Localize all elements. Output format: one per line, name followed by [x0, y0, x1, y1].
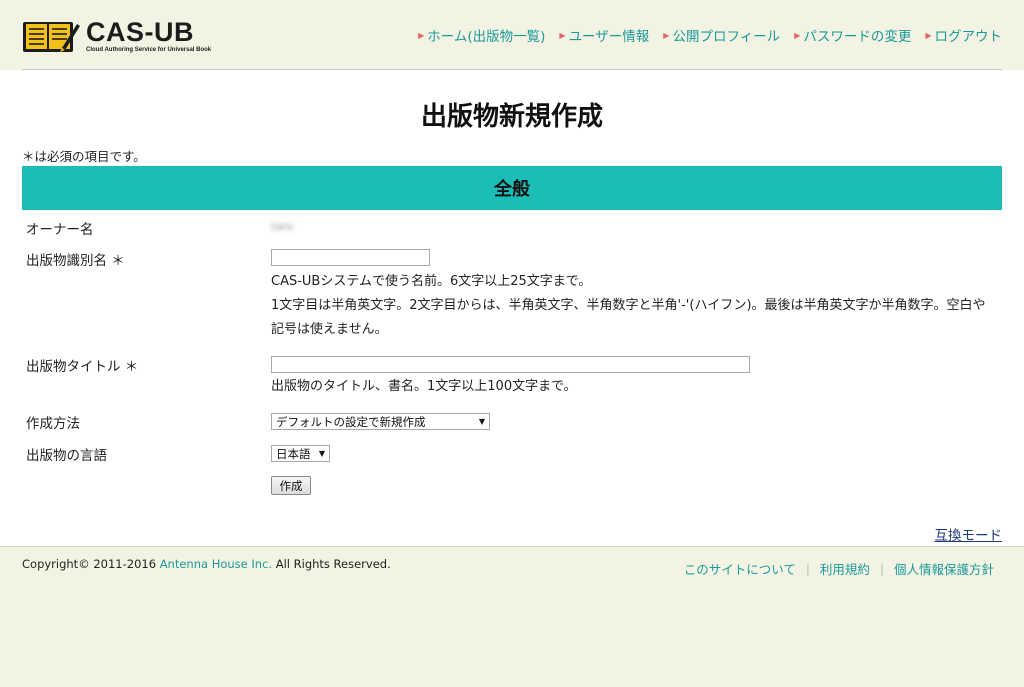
caret-down-icon: ▼	[318, 449, 325, 458]
triangle-right-icon: ▶	[418, 30, 425, 40]
owner-label: オーナー名	[26, 222, 94, 238]
footer-links: このサイトについて | 利用規約 | 個人情報保護方針	[684, 559, 994, 578]
nav-change-password[interactable]: ▶ パスワードの変更	[794, 25, 911, 45]
identifier-label: 出版物識別名 ＊	[26, 253, 125, 269]
language-select[interactable]: 日本語 ▼	[271, 445, 330, 462]
method-selected: デフォルトの設定で新規作成	[276, 414, 426, 429]
triangle-right-icon: ▶	[794, 30, 801, 40]
title-input[interactable]	[271, 356, 750, 373]
nav-label: パスワードの変更	[803, 29, 912, 45]
triangle-right-icon: ▶	[663, 30, 670, 40]
required-note: ＊は必須の項目です。	[22, 149, 146, 164]
footer-link-about[interactable]: このサイトについて	[684, 559, 796, 578]
copyright-prefix: Copyright© 2011-2016	[22, 557, 160, 571]
top-nav: ▶ ホーム(出版物一覧) ▶ ユーザー情報 ▶ 公開プロフィール ▶ パスワード…	[404, 25, 1002, 45]
logo-title: CAS-UB	[86, 17, 194, 47]
nav-label: ログアウト	[934, 29, 1003, 45]
caret-down-icon: ▼	[478, 417, 485, 426]
copyright: Copyright© 2011-2016 Antenna House Inc. …	[22, 557, 391, 571]
company-link[interactable]: Antenna House Inc.	[160, 557, 272, 571]
book-pen-icon	[23, 22, 80, 52]
owner-value: taro	[271, 220, 294, 233]
compat-mode-link[interactable]: 互換モード	[935, 524, 1003, 544]
footer-link-privacy[interactable]: 個人情報保護方針	[894, 559, 994, 578]
page-title: 出版物新規作成	[420, 102, 603, 132]
nav-home[interactable]: ▶ ホーム(出版物一覧)	[418, 25, 545, 45]
language-label: 出版物の言語	[26, 448, 107, 464]
nav-label: ユーザー情報	[568, 29, 650, 45]
footer-divider	[0, 546, 1024, 547]
identifier-help-2: 1文字目は半角英文字。2文字目からは、半角英文字、半角数字と半角'-'(ハイフン…	[271, 298, 986, 337]
title-help: 出版物のタイトル、書名。1文字以上100文字まで。	[271, 379, 577, 394]
footer-separator: |	[805, 561, 810, 576]
create-button[interactable]: 作成	[271, 476, 311, 495]
logo[interactable]: CAS-UB Cloud Authoring Service for Unive…	[22, 18, 211, 54]
copyright-suffix: All Rights Reserved.	[272, 557, 391, 571]
nav-user-info[interactable]: ▶ ユーザー情報	[559, 25, 649, 45]
nav-label: ホーム(出版物一覧)	[427, 29, 546, 45]
section-header-general: 全般	[22, 166, 1002, 210]
header: CAS-UB Cloud Authoring Service for Unive…	[0, 0, 1024, 68]
triangle-right-icon: ▶	[925, 30, 932, 40]
nav-logout[interactable]: ▶ ログアウト	[925, 25, 1002, 45]
nav-public-profile[interactable]: ▶ 公開プロフィール	[663, 25, 780, 45]
footer-separator: |	[879, 561, 884, 576]
nav-label: 公開プロフィール	[672, 29, 781, 45]
language-selected: 日本語	[276, 446, 311, 461]
method-label: 作成方法	[26, 416, 80, 432]
method-select[interactable]: デフォルトの設定で新規作成 ▼	[271, 413, 490, 430]
logo-subtitle: Cloud Authoring Service for Universal Bo…	[86, 47, 212, 53]
title-label: 出版物タイトル ＊	[26, 359, 139, 375]
main-content: 出版物新規作成 ＊は必須の項目です。 全般 オーナー名 taro 出版物識別名 …	[0, 70, 1024, 546]
section-title: 全般	[494, 179, 530, 200]
identifier-input[interactable]	[271, 249, 430, 266]
triangle-right-icon: ▶	[559, 30, 566, 40]
identifier-help-1: CAS-UBシステムで使う名前。6文字以上25文字まで。	[271, 274, 592, 289]
footer-link-terms[interactable]: 利用規約	[820, 559, 870, 578]
